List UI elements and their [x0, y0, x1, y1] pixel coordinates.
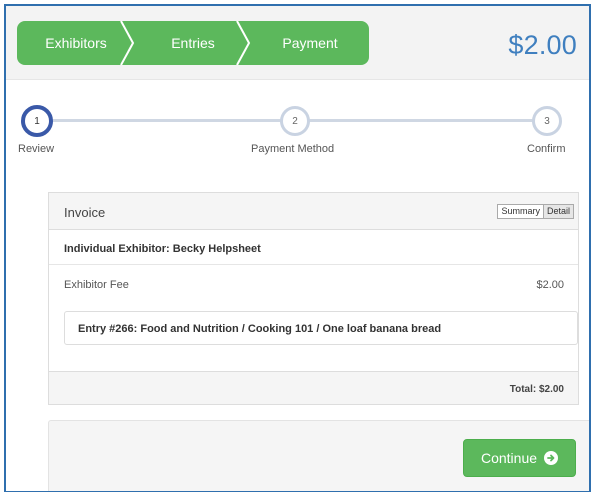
- step-label-confirm: Confirm: [527, 143, 566, 155]
- fee-amount: $2.00: [536, 279, 564, 291]
- checkout-header: Exhibitors Entries Payment $2.00: [6, 6, 589, 80]
- continue-label: Continue: [480, 450, 538, 466]
- invoice-total: Total: $2.00: [509, 384, 564, 395]
- breadcrumb-label: Entries: [171, 35, 215, 51]
- breadcrumb-step-exhibitors[interactable]: Exhibitors: [17, 21, 135, 65]
- arrow-circle-right-icon: [544, 451, 559, 465]
- step-number: 3: [544, 115, 550, 127]
- summary-view-button[interactable]: Summary: [498, 205, 543, 218]
- progress-step-payment-method: 2: [280, 106, 310, 136]
- row-divider: [49, 264, 578, 265]
- breadcrumb-label: Exhibitors: [45, 35, 107, 51]
- breadcrumb-label: Payment: [282, 35, 338, 51]
- progress-step-review: 1: [21, 105, 53, 137]
- invoice-footer: Total: $2.00: [49, 371, 578, 404]
- invoice-panel: Invoice Summary Detail Individual Exhibi…: [48, 192, 579, 405]
- continue-button[interactable]: Continue: [463, 439, 576, 477]
- order-total: $2.00: [508, 30, 577, 60]
- entry-description: Entry #266: Food and Nutrition / Cooking…: [78, 323, 442, 335]
- exhibitor-name: Individual Exhibitor: Becky Helpsheet: [64, 243, 261, 255]
- fee-label: Exhibitor Fee: [64, 279, 129, 291]
- step-number: 2: [292, 115, 298, 127]
- breadcrumb: Exhibitors Entries Payment: [17, 21, 369, 65]
- breadcrumb-step-payment[interactable]: Payment: [251, 21, 369, 65]
- breadcrumb-step-entries[interactable]: Entries: [135, 21, 251, 65]
- invoice-header: Invoice Summary Detail: [49, 193, 578, 230]
- invoice-title: Invoice: [64, 205, 106, 220]
- progress-step-confirm: 3: [532, 106, 562, 136]
- step-number: 1: [34, 115, 40, 127]
- detail-view-button[interactable]: Detail: [542, 205, 573, 218]
- invoice-view-toggle: Summary Detail: [497, 204, 574, 219]
- step-label-review: Review: [18, 143, 55, 155]
- entry-item: Entry #266: Food and Nutrition / Cooking…: [64, 311, 578, 345]
- checkout-window: Exhibitors Entries Payment $2.00 1 Revie…: [4, 4, 591, 492]
- step-label-payment-method: Payment Method: [251, 143, 335, 155]
- action-well: Continue: [48, 420, 589, 491]
